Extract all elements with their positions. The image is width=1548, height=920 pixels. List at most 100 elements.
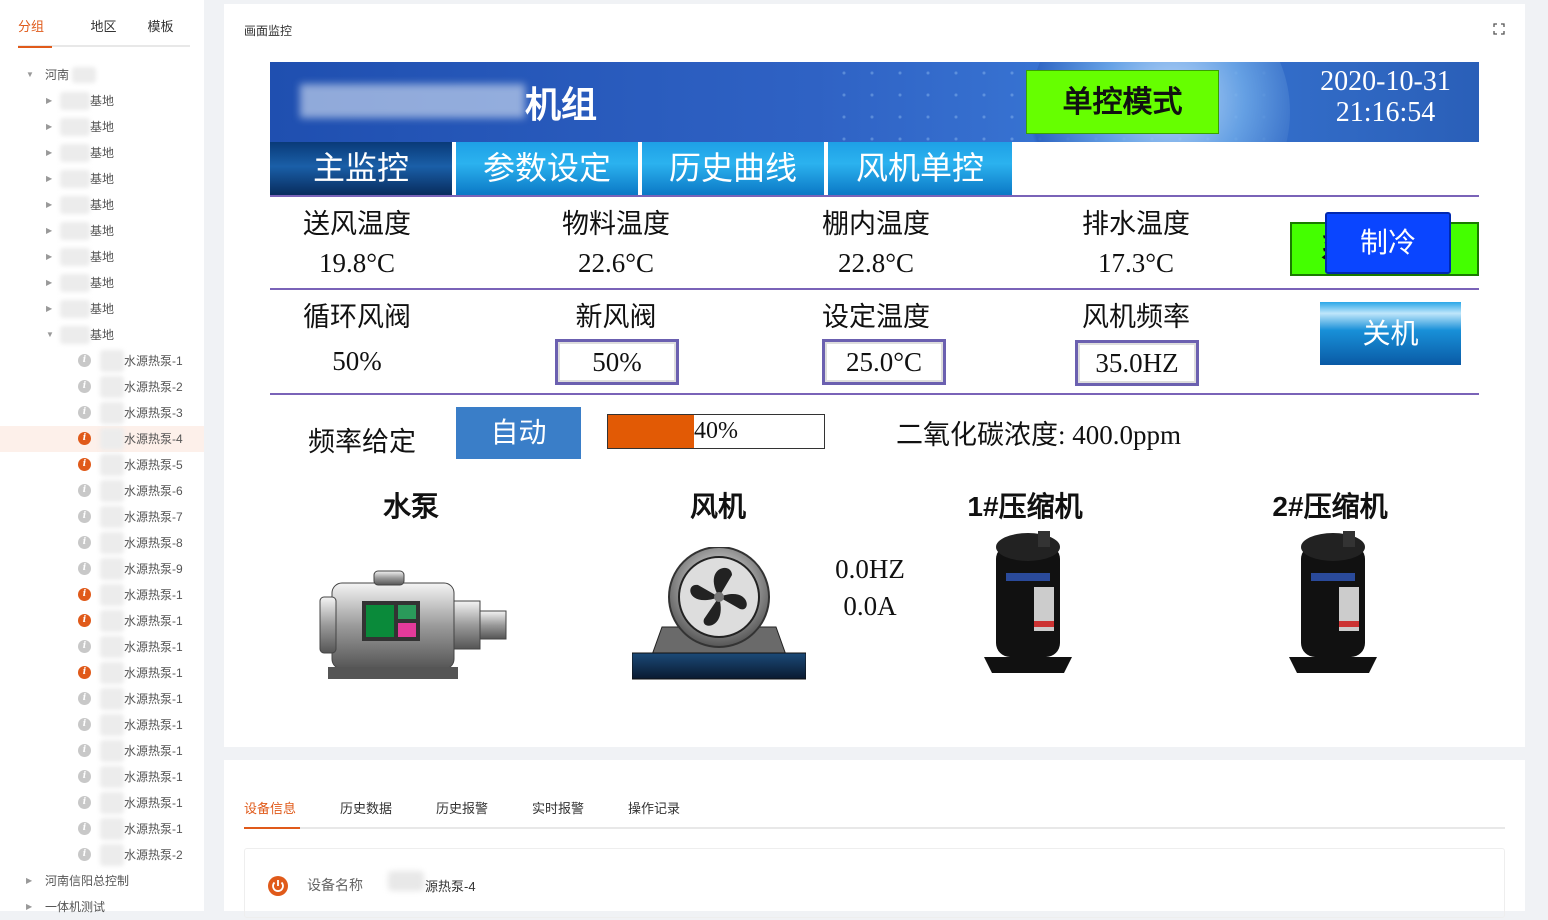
tree-leaf-device[interactable]: i 水源热泵-1 <box>0 816 204 842</box>
fan-frequency-input[interactable]: 35.0HZ <box>1075 340 1199 386</box>
redacted-text <box>100 714 124 736</box>
caret-right-icon[interactable]: ▶ <box>46 140 52 166</box>
set-temp-input[interactable]: 25.0°C <box>822 339 946 385</box>
caret-right-icon[interactable]: ▶ <box>26 868 32 894</box>
tree-node-label: 基地 <box>90 224 115 238</box>
co2-concentration: 二氧化碳浓度: 400.0ppm <box>896 420 1182 450</box>
tree-leaf-device[interactable]: i 水源热泵-1 <box>0 712 204 738</box>
tree-leaf-device[interactable]: i 水源热泵-2 <box>0 374 204 400</box>
caret-right-icon[interactable]: ▶ <box>26 894 32 920</box>
power-off-button[interactable]: 关机 <box>1320 302 1461 365</box>
nav-main-monitor[interactable]: 主监控 <box>270 142 454 196</box>
circulation-damper-value: 50% <box>332 346 382 376</box>
tree-node[interactable]: ▶ 基地 <box>0 192 204 218</box>
tree-node-label: 基地 <box>90 94 115 108</box>
caret-right-icon[interactable]: ▶ <box>46 166 52 192</box>
tree-leaf-device[interactable]: i 水源热泵-4 <box>0 426 204 452</box>
tree-leaf-device[interactable]: i 水源热泵-5 <box>0 452 204 478</box>
tree-leaf-device[interactable]: i 水源热泵-3 <box>0 400 204 426</box>
caret-right-icon[interactable]: ▶ <box>46 296 52 322</box>
caret-right-icon[interactable]: ▶ <box>46 270 52 296</box>
shed-temp-label: 棚内温度 <box>822 209 930 239</box>
tree-leaf-device[interactable]: i 水源热泵-2 <box>0 842 204 868</box>
tree-leaf-device[interactable]: i 水源热泵-6 <box>0 478 204 504</box>
tree-leaf-device[interactable]: i 水源热泵-8 <box>0 530 204 556</box>
redacted-text <box>100 792 124 814</box>
hmi-title: 机组 <box>525 84 598 125</box>
power-icon <box>268 876 288 896</box>
nav-history-curve[interactable]: 历史曲线 <box>642 142 826 196</box>
info-status-icon: i <box>78 562 91 575</box>
device-name-value: 源热泵-4 <box>425 879 476 894</box>
tree-node[interactable]: ▶ 基地 <box>0 114 204 140</box>
fullscreen-icon[interactable] <box>1493 23 1505 35</box>
tree-node-label: 水源热泵-2 <box>124 848 183 862</box>
redacted-text <box>100 662 124 684</box>
divider <box>270 288 1479 290</box>
tree-node-label: 水源热泵-9 <box>124 562 183 576</box>
fresh-air-damper-label: 新风阀 <box>575 302 657 332</box>
tree-node[interactable]: ▶ 基地 <box>0 88 204 114</box>
tree-node[interactable]: ▶ 基地 <box>0 270 204 296</box>
tree-leaf-device[interactable]: i 水源热泵-1 <box>0 686 204 712</box>
caret-right-icon[interactable]: ▶ <box>46 192 52 218</box>
tree-node-label: 水源热泵-1 <box>124 640 183 654</box>
tree-leaf-device[interactable]: i 水源热泵-1 <box>0 790 204 816</box>
tree-leaf-device[interactable]: i 水源热泵-1 <box>0 348 204 374</box>
info-status-icon: i <box>78 744 91 757</box>
caret-right-icon[interactable]: ▶ <box>46 218 52 244</box>
tab-realtime-alarm[interactable]: 实时报警 <box>532 798 584 820</box>
tree-node[interactable]: ▶ 基地 <box>0 296 204 322</box>
caret-right-icon[interactable]: ▶ <box>46 244 52 270</box>
info-status-icon: i <box>78 770 91 783</box>
tab-template[interactable]: 模板 <box>132 14 189 45</box>
tree-node[interactable]: ▶ 基地 <box>0 218 204 244</box>
redacted-text <box>60 92 90 110</box>
caret-right-icon[interactable]: ▶ <box>46 88 52 114</box>
tree-leaf-device[interactable]: i 水源热泵-1 <box>0 582 204 608</box>
info-status-icon: i <box>78 796 91 809</box>
tree-node-label: 水源热泵-1 <box>124 744 183 758</box>
tree-node-label: 基地 <box>90 250 115 264</box>
tree-leaf-device[interactable]: i 水源热泵-1 <box>0 738 204 764</box>
single-control-mode-button[interactable]: 单控模式 <box>1026 70 1219 134</box>
tree-node-label: 水源热泵-8 <box>124 536 183 550</box>
device-tree: ▼ 河南 ▶ 基地 ▶ 基地 ▶ 基地 ▶ 基地 ▶ 基地 ▶ 基地 ▶ 基地 ▶ 基地 ▶ 基地 ▼ 基地 i 水源热泵-1… <box>0 62 204 920</box>
tree-leaf-device[interactable]: i 水源热泵-1 <box>0 764 204 790</box>
tab-device-info[interactable]: 设备信息 <box>244 798 301 829</box>
tree-leaf-device[interactable]: i 水源热泵-7 <box>0 504 204 530</box>
tree-leaf-device[interactable]: i 水源热泵-1 <box>0 634 204 660</box>
redacted-text <box>60 144 90 162</box>
tab-operation-log[interactable]: 操作记录 <box>628 798 680 820</box>
tab-group[interactable]: 分组 <box>18 14 75 48</box>
tab-history-alarm[interactable]: 历史报警 <box>436 798 488 820</box>
divider <box>270 393 1479 395</box>
tab-region[interactable]: 地区 <box>75 14 132 45</box>
info-status-icon: i <box>78 848 91 861</box>
shed-temp-value: 22.8°C <box>837 248 915 278</box>
cooling-button[interactable]: 制冷 <box>1325 212 1451 274</box>
tree-node[interactable]: ▶ 河南信阳总控制 <box>0 868 204 894</box>
tree-node-label: 水源热泵-1 <box>124 796 183 810</box>
nav-fan-control[interactable]: 风机单控 <box>828 142 1014 196</box>
tree-node[interactable]: ▶ 基地 <box>0 244 204 270</box>
nav-parameter-settings[interactable]: 参数设定 <box>456 142 640 196</box>
tree-leaf-device[interactable]: i 水源热泵-9 <box>0 556 204 582</box>
tab-history-data[interactable]: 历史数据 <box>340 798 392 820</box>
fan-current-readout: 0.0A <box>843 591 897 621</box>
tree-node[interactable]: ▼ 河南 <box>0 62 204 88</box>
info-status-icon: i <box>78 484 91 497</box>
auto-button[interactable]: 自动 <box>456 407 581 459</box>
tree-node[interactable]: ▼ 基地 <box>0 322 204 348</box>
tree-leaf-device[interactable]: i 水源热泵-1 <box>0 608 204 634</box>
tree-leaf-device[interactable]: i 水源热泵-1 <box>0 660 204 686</box>
tree-node[interactable]: ▶ 基地 <box>0 140 204 166</box>
caret-right-icon[interactable]: ▶ <box>46 114 52 140</box>
tree-node[interactable]: ▶ 一体机测试 <box>0 894 204 920</box>
fresh-air-damper-input[interactable]: 50% <box>555 339 679 385</box>
caret-down-icon[interactable]: ▼ <box>46 322 54 348</box>
frequency-setting-label: 频率给定 <box>308 427 416 457</box>
caret-down-icon[interactable]: ▼ <box>26 62 34 88</box>
tree-node[interactable]: ▶ 基地 <box>0 166 204 192</box>
tree-node-label: 水源热泵-1 <box>124 692 183 706</box>
